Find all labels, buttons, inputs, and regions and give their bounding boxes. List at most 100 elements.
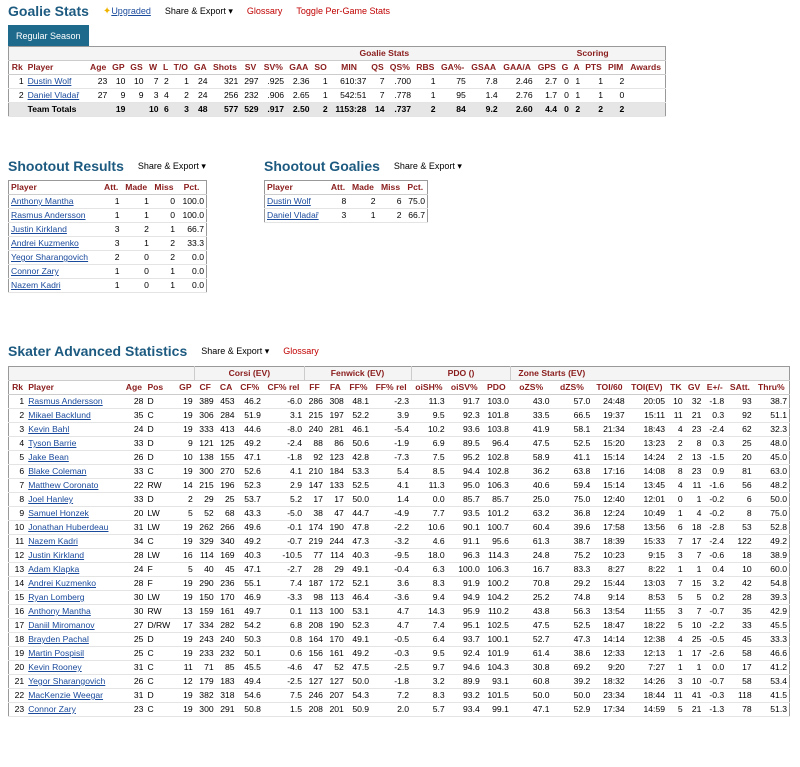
player-link[interactable]: Tyson Barrie xyxy=(28,438,76,448)
col-header[interactable]: GP xyxy=(175,380,195,395)
player-link[interactable]: Nazem Kadri xyxy=(28,536,78,546)
player-link[interactable]: Nazem Kadri xyxy=(11,280,61,290)
shootout-goalies-share-export[interactable]: Share & Export ▾ xyxy=(394,161,462,172)
player-link[interactable]: Matthew Coronato xyxy=(28,480,98,490)
col-header[interactable]: GA xyxy=(190,60,210,75)
player-link[interactable]: MacKenzie Weegar xyxy=(28,690,103,700)
player-link[interactable]: Ryan Lomberg xyxy=(28,592,84,602)
col-header[interactable]: Rk xyxy=(8,380,27,395)
col-header[interactable]: T/O xyxy=(170,60,191,75)
col-header[interactable]: FA xyxy=(324,380,346,395)
col-header[interactable]: Made xyxy=(121,180,151,195)
player-link[interactable]: Daniil Miromanov xyxy=(28,620,94,630)
col-header[interactable]: Thru% xyxy=(753,380,790,395)
col-header[interactable]: Player xyxy=(264,180,328,195)
player-link[interactable]: Andrei Kuzmenko xyxy=(28,578,96,588)
col-header[interactable]: CF xyxy=(194,380,216,395)
player-link[interactable]: Justin Kirkland xyxy=(11,224,67,234)
col-header[interactable]: PTS xyxy=(582,60,605,75)
col-header[interactable]: Pct. xyxy=(177,180,207,195)
player-link[interactable]: Yegor Sharangovich xyxy=(28,676,105,686)
col-header[interactable]: E+/- xyxy=(703,380,727,395)
player-link[interactable]: Andrei Kuzmenko xyxy=(11,238,79,248)
col-header[interactable]: GP xyxy=(109,60,128,75)
player-link[interactable]: Brayden Pachal xyxy=(28,634,89,644)
player-link[interactable]: Connor Zary xyxy=(28,704,76,714)
col-header[interactable]: FF% xyxy=(345,380,372,395)
player-link[interactable]: Martin Pospisil xyxy=(28,648,84,658)
col-header[interactable]: FF xyxy=(304,380,325,395)
col-header[interactable]: FF% rel xyxy=(371,380,412,395)
player-link[interactable]: Mikael Backlund xyxy=(28,410,91,420)
col-header[interactable]: Made xyxy=(348,180,378,195)
col-header[interactable]: GV xyxy=(684,380,704,395)
player-link[interactable]: Dustin Wolf xyxy=(28,76,72,86)
shootout-share-export[interactable]: Share & Export ▾ xyxy=(138,161,206,172)
player-link[interactable]: Blake Coleman xyxy=(28,466,86,476)
col-header[interactable]: GSAA xyxy=(467,60,500,75)
player-link[interactable]: Rasmus Andersson xyxy=(28,396,103,406)
player-link[interactable]: Joel Hanley xyxy=(28,494,73,504)
player-link[interactable]: Kevin Rooney xyxy=(28,662,82,672)
skater-glossary-link[interactable]: Glossary xyxy=(283,346,319,356)
col-header[interactable]: GAA/A xyxy=(499,60,535,75)
col-header[interactable]: SV xyxy=(240,60,261,75)
col-header[interactable]: SV% xyxy=(260,60,287,75)
col-header[interactable]: QS xyxy=(368,60,387,75)
col-header[interactable]: Player xyxy=(8,180,101,195)
col-header[interactable]: GA%- xyxy=(437,60,468,75)
col-header[interactable]: Shots xyxy=(209,60,241,75)
col-header[interactable]: Awards xyxy=(626,60,666,75)
player-link[interactable]: Samuel Honzek xyxy=(28,508,89,518)
col-header[interactable]: SO xyxy=(311,60,330,75)
col-header[interactable]: QS% xyxy=(386,60,414,75)
player-link[interactable]: Justin Kirkland xyxy=(28,550,84,560)
player-link[interactable]: Daniel Vladař xyxy=(267,210,319,220)
col-header[interactable]: oZS% xyxy=(510,380,552,395)
player-link[interactable]: Jake Bean xyxy=(28,452,69,462)
col-header[interactable]: Miss xyxy=(150,180,178,195)
player-link[interactable]: Adam Klapka xyxy=(28,564,79,574)
col-header[interactable]: TOI/60 xyxy=(592,380,627,395)
col-header[interactable]: W xyxy=(145,60,161,75)
col-header[interactable]: TOI(EV) xyxy=(626,380,668,395)
player-link[interactable]: Kevin Bahl xyxy=(28,424,69,434)
col-header[interactable]: Age xyxy=(122,380,146,395)
skater-share-export[interactable]: Share & Export ▾ xyxy=(201,346,269,357)
col-header[interactable]: Rk xyxy=(8,60,26,75)
col-header[interactable]: oiSV% xyxy=(446,380,482,395)
col-header[interactable]: G xyxy=(559,60,571,75)
col-header[interactable]: Age xyxy=(86,60,110,75)
col-header[interactable]: A xyxy=(570,60,583,75)
player-link[interactable]: Anthony Mantha xyxy=(11,196,74,206)
player-link[interactable]: Daniel Vladař xyxy=(28,90,80,100)
tab-regular-season[interactable]: Regular Season xyxy=(8,25,89,47)
toggle-per-game-link[interactable]: Toggle Per-Game Stats xyxy=(296,6,390,16)
col-header[interactable]: SAtt. xyxy=(726,380,754,395)
col-header[interactable]: RBS xyxy=(413,60,438,75)
col-header[interactable]: oiSH% xyxy=(411,380,447,395)
col-header[interactable]: PIM xyxy=(604,60,627,75)
goalie-glossary-link[interactable]: Glossary xyxy=(247,6,283,16)
col-header[interactable]: Pos xyxy=(145,380,176,395)
player-link[interactable]: Yegor Sharangovich xyxy=(11,252,88,262)
player-link[interactable]: Rasmus Andersson xyxy=(11,210,86,220)
col-header[interactable]: CF% rel xyxy=(262,380,304,395)
player-link[interactable]: Jonathan Huberdeau xyxy=(28,522,108,532)
col-header[interactable]: dZS% xyxy=(551,380,593,395)
col-header[interactable]: GPS xyxy=(534,60,560,75)
player-link[interactable]: Dustin Wolf xyxy=(267,196,311,206)
col-header[interactable]: Att. xyxy=(327,180,349,195)
col-header[interactable]: Player xyxy=(26,380,123,395)
col-header[interactable]: GS xyxy=(127,60,146,75)
col-header[interactable]: MIN xyxy=(329,60,369,75)
col-header[interactable]: L xyxy=(160,60,171,75)
player-link[interactable]: Connor Zary xyxy=(11,266,59,276)
col-header[interactable]: Att. xyxy=(100,180,122,195)
player-link[interactable]: Anthony Mantha xyxy=(28,606,91,616)
col-header[interactable]: Player xyxy=(25,60,87,75)
col-header[interactable]: CF% xyxy=(236,380,263,395)
col-header[interactable]: CA xyxy=(215,380,237,395)
col-header[interactable]: GAA xyxy=(286,60,312,75)
col-header[interactable]: Miss xyxy=(377,180,404,195)
